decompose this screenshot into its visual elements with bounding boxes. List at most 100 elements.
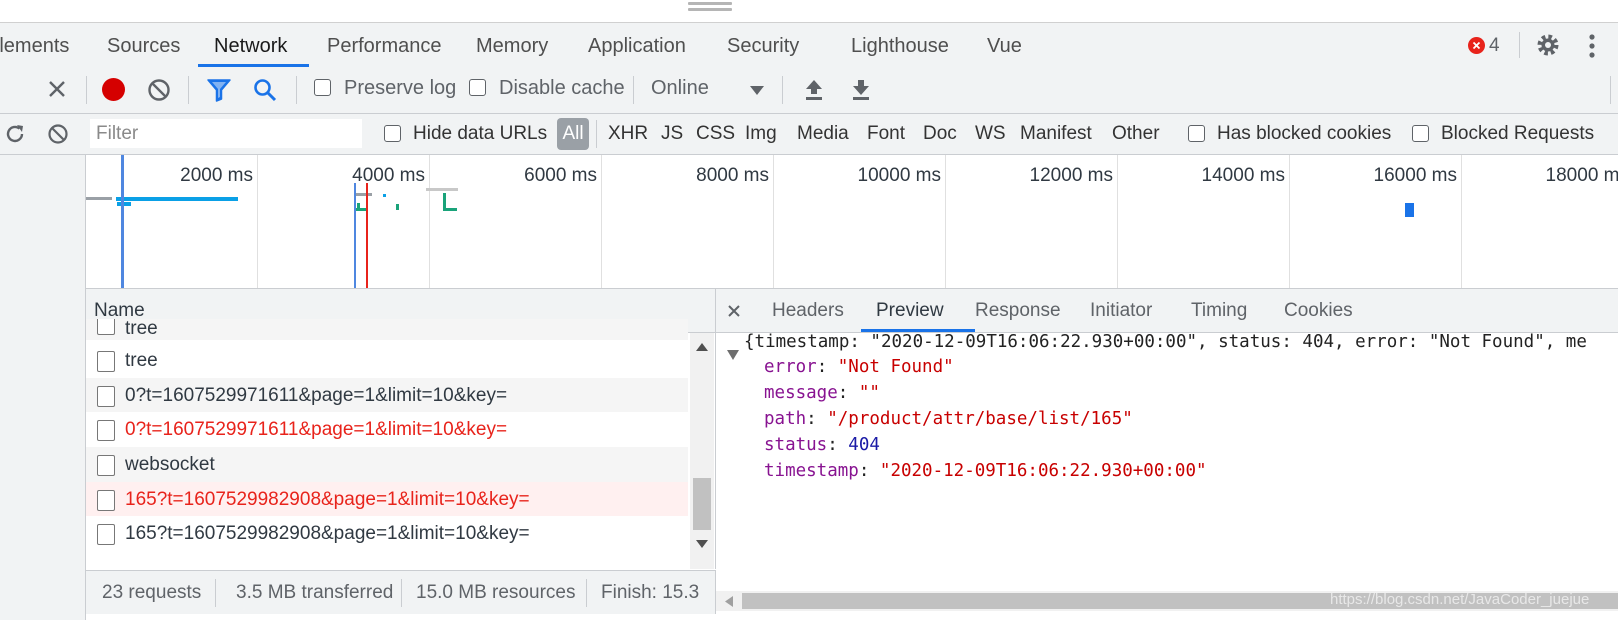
tab-preview[interactable]: Preview <box>876 289 944 333</box>
grid-line <box>601 155 602 288</box>
filter-type-media[interactable]: Media <box>797 114 849 154</box>
filter-type-manifest[interactable]: Manifest <box>1020 114 1092 154</box>
tab-application[interactable]: Application <box>588 23 686 67</box>
field-value: "/product/attr/base/list/165" <box>827 409 1133 429</box>
timeline-tick: 10000 ms <box>857 165 941 186</box>
scroll-down-icon[interactable] <box>696 540 708 548</box>
network-status-bar: 23 requests 3.5 MB transferred 15.0 MB r… <box>86 570 716 614</box>
row-name: tree <box>125 350 158 371</box>
network-overview[interactable]: 2000 ms 4000 ms 6000 ms 8000 ms 10000 ms… <box>86 155 1618 289</box>
panel-resize-grip[interactable] <box>688 2 732 5</box>
disable-cache-checkbox[interactable] <box>469 79 486 96</box>
preview-summary[interactable]: {timestamp: "2020-12-09T16:06:22.930+00:… <box>744 329 1618 355</box>
blocked-requests-checkbox[interactable] <box>1412 125 1429 142</box>
filter-type-img[interactable]: Img <box>745 114 777 154</box>
scroll-left-icon[interactable] <box>725 596 733 607</box>
more-options-icon[interactable] <box>1588 34 1596 63</box>
has-blocked-cookies-label[interactable]: Has blocked cookies <box>1217 114 1391 154</box>
import-har-icon[interactable] <box>804 78 824 107</box>
preserve-log-checkbox[interactable] <box>314 79 331 96</box>
scroll-up-icon[interactable] <box>696 343 708 351</box>
preview-field[interactable]: status: 404 <box>764 432 880 458</box>
filter-type-ws[interactable]: WS <box>975 114 1006 154</box>
error-icon[interactable] <box>1468 37 1485 54</box>
search-icon[interactable] <box>253 78 277 107</box>
tab-cookies[interactable]: Cookies <box>1284 289 1353 333</box>
field-key: path <box>764 409 807 429</box>
close-drawer-icon[interactable] <box>47 79 67 104</box>
tab-vue[interactable]: Vue <box>987 23 1022 67</box>
table-row[interactable]: tree <box>86 343 688 378</box>
clear-icon[interactable] <box>147 78 171 107</box>
table-row[interactable]: websocket <box>86 447 688 482</box>
tab-sources[interactable]: Sources <box>107 23 180 67</box>
expand-triangle-icon[interactable] <box>727 347 739 365</box>
tab-security[interactable]: Security <box>727 23 799 67</box>
scrollbar-thumb[interactable] <box>693 478 711 530</box>
tab-network[interactable]: Network <box>214 23 287 67</box>
timeline-bar <box>396 204 399 210</box>
clear-filter-icon[interactable] <box>47 123 69 150</box>
timeline-bar <box>1405 203 1414 217</box>
row-icon <box>97 524 115 545</box>
filter-type-other[interactable]: Other <box>1112 114 1160 154</box>
close-icon[interactable] <box>727 304 741 323</box>
filter-type-font[interactable]: Font <box>867 114 905 154</box>
devtools-tab-bar: Elements Sources Network Performance Mem… <box>0 22 1618 68</box>
filter-type-css[interactable]: CSS <box>696 114 735 154</box>
tab-elements[interactable]: Elements <box>0 23 69 67</box>
divider <box>296 76 297 104</box>
tab-performance[interactable]: Performance <box>327 23 442 67</box>
reload-icon[interactable] <box>4 123 26 150</box>
row-icon <box>97 386 115 407</box>
filter-type-doc[interactable]: Doc <box>923 114 957 154</box>
table-row[interactable]: 0?t=1607529971611&page=1&limit=10&key= <box>86 378 688 413</box>
finish-time-clip: Finish: 15.3 <box>601 571 699 614</box>
chevron-down-icon[interactable] <box>750 83 764 101</box>
hide-data-urls-checkbox[interactable] <box>384 125 401 142</box>
grid-line <box>1461 155 1462 288</box>
disable-cache-label[interactable]: Disable cache <box>499 77 625 100</box>
divider <box>86 76 87 104</box>
tab-response[interactable]: Response <box>975 289 1061 333</box>
error-count[interactable]: 4 <box>1489 23 1500 69</box>
requests-scrollbar[interactable] <box>690 333 714 569</box>
preview-field[interactable]: path: "/product/attr/base/list/165" <box>764 406 1133 432</box>
record-button[interactable] <box>102 78 125 101</box>
gear-icon[interactable] <box>1535 32 1561 63</box>
filter-type-js[interactable]: JS <box>661 114 683 154</box>
divider <box>1519 32 1520 58</box>
row-icon <box>97 351 115 372</box>
table-row-selected[interactable]: 165?t=1607529982908&page=1&limit=10&key= <box>86 482 688 517</box>
divider <box>1610 76 1611 104</box>
filter-icon[interactable] <box>206 78 232 107</box>
table-row[interactable]: 165?t=1607529982908&page=1&limit=10&key= <box>86 516 688 551</box>
blocked-requests-label[interactable]: Blocked Requests <box>1441 114 1594 154</box>
has-blocked-cookies-checkbox[interactable] <box>1188 125 1205 142</box>
preview-field[interactable]: timestamp: "2020-12-09T16:06:22.930+00:0… <box>764 458 1207 484</box>
filter-type-all[interactable]: All <box>557 118 589 150</box>
filter-type-xhr[interactable]: XHR <box>608 114 648 154</box>
preview-field[interactable]: error: "Not Found" <box>764 354 954 380</box>
field-value: "2020-12-09T16:06:22.930+00:00" <box>879 461 1207 481</box>
table-row[interactable]: 0?t=1607529971611&page=1&limit=10&key= <box>86 412 688 447</box>
hide-data-urls-label[interactable]: Hide data URLs <box>413 114 547 154</box>
divider <box>782 76 783 104</box>
timeline-tick: 16000 ms <box>1373 165 1457 186</box>
tab-memory[interactable]: Memory <box>476 23 548 67</box>
tab-lighthouse[interactable]: Lighthouse <box>851 23 949 67</box>
tab-headers[interactable]: Headers <box>772 289 844 333</box>
table-row[interactable]: tree <box>86 319 688 340</box>
timeline-tick: 18000 ms <box>1545 165 1618 186</box>
panel-resize-grip-line <box>688 8 732 11</box>
grid-line <box>945 155 946 288</box>
tab-timing[interactable]: Timing <box>1191 289 1247 333</box>
preserve-log-label[interactable]: Preserve log <box>344 77 456 100</box>
preview-field[interactable]: message: "" <box>764 380 880 406</box>
export-har-icon[interactable] <box>851 78 871 107</box>
filter-input[interactable] <box>90 119 362 148</box>
tab-initiator[interactable]: Initiator <box>1090 289 1152 333</box>
field-key: message <box>764 383 838 403</box>
timeline-tick: 12000 ms <box>1029 165 1113 186</box>
throttling-select[interactable]: Online <box>651 77 709 100</box>
